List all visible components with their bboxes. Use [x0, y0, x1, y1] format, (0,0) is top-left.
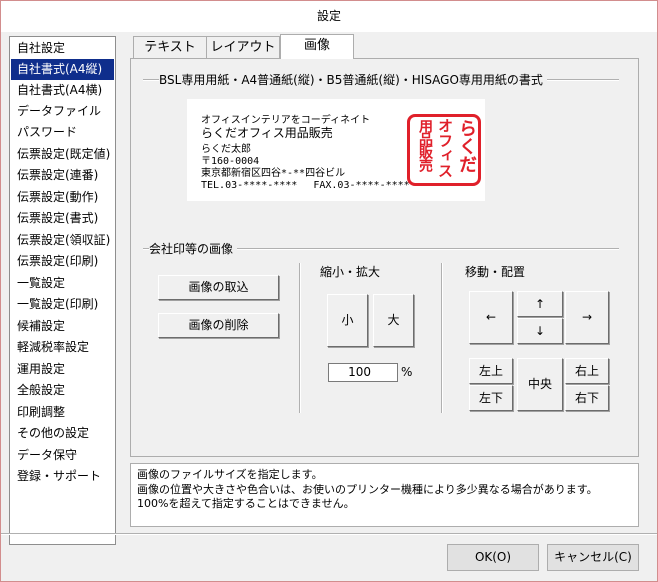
sidebar-item-company-settings[interactable]: 自社設定	[11, 38, 114, 59]
scale-percent-input[interactable]: 100	[328, 363, 398, 382]
sidebar-item-slip-defaults[interactable]: 伝票設定(既定値)	[11, 144, 114, 165]
sidebar-item-company-format-a4-portrait[interactable]: 自社書式(A4縦)	[11, 59, 114, 80]
delete-image-button[interactable]: 画像の削除	[158, 313, 279, 338]
preview-company-name: らくだオフィス用品販売	[201, 126, 333, 140]
settings-dialog: 設定 自社設定 自社書式(A4縦) 自社書式(A4横) データファイル パスワー…	[0, 0, 658, 582]
cancel-button[interactable]: キャンセル(C)	[547, 544, 639, 571]
align-top-right-button[interactable]: 右上	[565, 358, 609, 384]
seal-text-supplies: 用品販売	[417, 119, 433, 171]
import-image-button[interactable]: 画像の取込	[158, 275, 279, 300]
ok-button[interactable]: OK(O)	[447, 544, 539, 571]
tab-image[interactable]: 画像	[280, 34, 354, 59]
preview-phone-fax: TEL.03-****-**** FAX.03-****-****	[201, 180, 410, 191]
sidebar-list[interactable]: 自社設定 自社書式(A4縦) 自社書式(A4横) データファイル パスワード 伝…	[9, 36, 116, 545]
sidebar-item-slip-receipt[interactable]: 伝票設定(領収証)	[11, 230, 114, 251]
sidebar-item-reduced-tax[interactable]: 軽減税率設定	[11, 337, 114, 358]
align-bottom-right-button[interactable]: 右下	[565, 385, 609, 411]
sidebar-item-data-maintenance[interactable]: データ保守	[11, 445, 114, 466]
sidebar-item-slip-behavior[interactable]: 伝票設定(動作)	[11, 187, 114, 208]
align-top-left-button[interactable]: 左上	[469, 358, 513, 384]
sidebar-item-candidates[interactable]: 候補設定	[11, 316, 114, 337]
help-line-2: 画像の位置や大きさや色合いは、お使いのプリンター機種により多少異なる場合がありま…	[137, 482, 598, 496]
enlarge-button[interactable]: 大	[373, 294, 414, 347]
footer-divider	[1, 533, 657, 535]
sidebar-item-slip-format[interactable]: 伝票設定(書式)	[11, 208, 114, 229]
sidebar-item-data-file[interactable]: データファイル	[11, 101, 114, 122]
help-line-1: 画像のファイルサイズを指定します。	[137, 468, 323, 481]
scale-percent-unit: %	[401, 365, 413, 379]
tab-text[interactable]: テキスト	[133, 36, 207, 59]
sidebar-item-registration-support[interactable]: 登録・サポート	[11, 466, 114, 487]
move-right-button[interactable]: →	[565, 291, 609, 344]
seal-text-rakuda: らくだ	[456, 119, 477, 173]
scale-title: 縮小・拡大	[320, 263, 385, 280]
move-up-button[interactable]: ↑	[517, 291, 563, 317]
tab-layout[interactable]: レイアウト	[206, 36, 280, 59]
move-down-button[interactable]: ↓	[517, 318, 563, 344]
align-bottom-left-button[interactable]: 左下	[469, 385, 513, 411]
window-title: 設定	[1, 1, 657, 32]
sidebar-item-print-adjust[interactable]: 印刷調整	[11, 402, 114, 423]
sidebar-item-slip-print[interactable]: 伝票設定(印刷)	[11, 251, 114, 272]
move-left-button[interactable]: ←	[469, 291, 513, 344]
seal-text-office: オフィス	[436, 118, 454, 178]
scale-divider	[299, 263, 301, 413]
move-title: 移動・配置	[465, 263, 530, 280]
align-center-button[interactable]: 中央	[517, 358, 563, 411]
move-divider	[441, 263, 443, 413]
help-line-3: 100%を超えて指定することはできません。	[137, 497, 355, 510]
help-text-box: 画像のファイルサイズを指定します。 画像の位置や大きさや色合いは、お使いのプリン…	[130, 463, 639, 527]
sidebar-item-general[interactable]: 全般設定	[11, 380, 114, 401]
format-group-title: BSL専用用紙・A4普通紙(縦)・B5普通紙(縦)・HISAGO専用用紙の書式	[159, 71, 547, 88]
sidebar-item-company-format-a4-landscape[interactable]: 自社書式(A4横)	[11, 80, 114, 101]
company-seal-image: らくだ オフィス 用品販売	[407, 114, 481, 186]
sidebar-item-slip-numbering[interactable]: 伝票設定(連番)	[11, 165, 114, 186]
shrink-button[interactable]: 小	[327, 294, 368, 347]
sidebar-item-list-settings[interactable]: 一覧設定	[11, 273, 114, 294]
sidebar-item-list-print[interactable]: 一覧設定(印刷)	[11, 294, 114, 315]
sidebar-item-other[interactable]: その他の設定	[11, 423, 114, 444]
sidebar-item-operation[interactable]: 運用設定	[11, 359, 114, 380]
seal-group-title: 会社印等の画像	[149, 240, 238, 257]
sidebar-item-password[interactable]: パスワード	[11, 122, 114, 143]
